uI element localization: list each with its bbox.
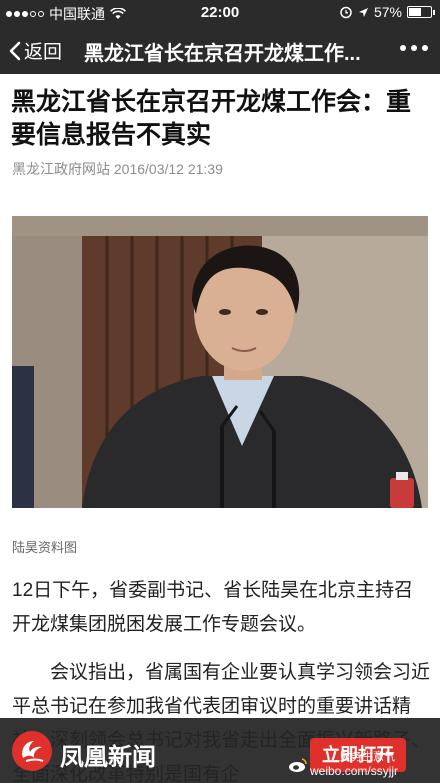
page-title: 黑龙江省长在京召开龙煤工作...: [84, 43, 361, 65]
article-paragraph-1: 12日下午，省委副书记、省长陆昊在北京主持召开龙煤集团脱困发展工作专题会议。: [12, 580, 414, 635]
portrait-illustration: [12, 216, 428, 508]
watermark-account: 财务生意气: [340, 751, 395, 763]
article-headline: 黑龙江省长在京召开龙煤工作会：重要信息报告不真实: [11, 88, 412, 149]
back-button[interactable]: 返回: [8, 37, 62, 64]
status-bar: 中国联通 22:00 57%: [0, 0, 440, 26]
chevron-left-icon: [9, 41, 21, 60]
photo-caption: 陆昊资料图: [12, 540, 78, 555]
article-photo[interactable]: [12, 216, 428, 508]
brand-name: 凤凰新闻: [60, 744, 156, 771]
phoenix-logo-icon: [12, 731, 52, 771]
status-right: 57%: [339, 4, 435, 20]
alarm-icon: [340, 6, 352, 19]
navigation-bar: 返回 黑龙江省长在京召开龙煤工作...: [0, 26, 440, 74]
battery-icon: [407, 6, 435, 18]
location-arrow-icon: [358, 7, 368, 17]
article-source-time: 黑龙江政府网站 2016/03/12 21:39: [12, 161, 223, 177]
battery-fill: [409, 8, 421, 16]
battery-percent: 57%: [373, 4, 402, 20]
watermark-url: weibo.com/ssyjjr: [310, 764, 399, 778]
more-options-icon[interactable]: [400, 45, 428, 51]
back-label: 返回: [24, 42, 63, 63]
weibo-logo-icon: [289, 758, 307, 772]
